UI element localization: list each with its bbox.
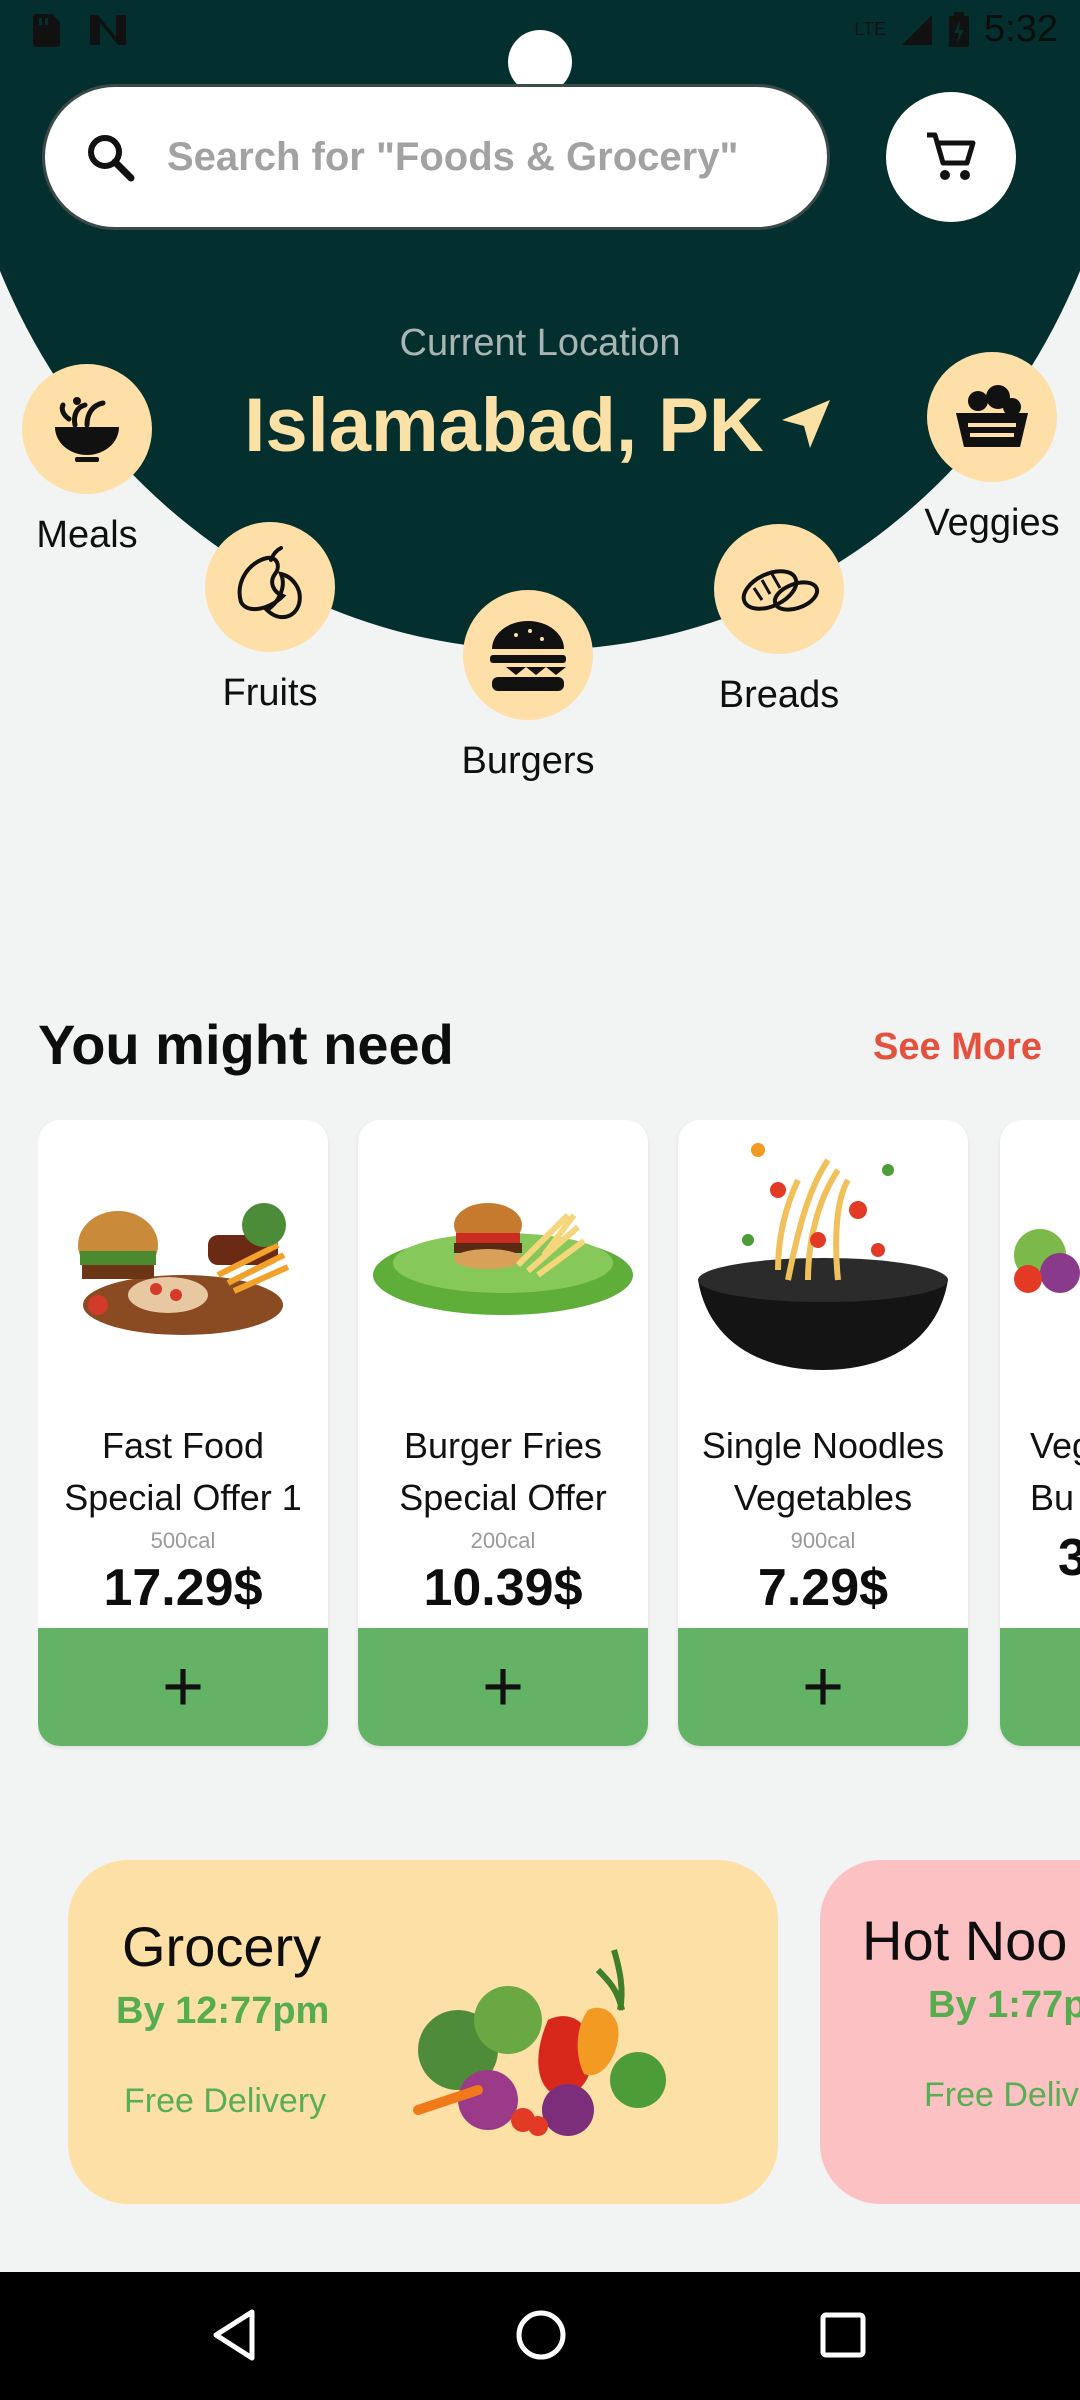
promo-title: Hot Noo — [862, 1909, 1068, 1972]
clock: 5:32 — [984, 8, 1058, 50]
promo-card-hot-noodles[interactable]: Hot Noo By 1:77p Free Deliv — [820, 1860, 1080, 2204]
category-veggies[interactable]: Veggies — [892, 352, 1080, 545]
bread-icon — [741, 569, 820, 612]
see-more-link[interactable]: See More — [873, 1026, 1042, 1069]
promo-time: By 1:77p — [928, 1984, 1080, 2026]
product-card[interactable]: Burger Fries Special Offer 200cal 10.39$ … — [358, 1120, 648, 1746]
product-card[interactable]: Single Noodles Vegetables 900cal 7.29$ + — [678, 1120, 968, 1746]
promo-delivery: Free Delivery — [124, 2082, 327, 2120]
product-price: 7.29$ — [757, 1559, 889, 1617]
product-name: Fast Food Special Offer 1 — [64, 1425, 302, 1518]
fruits-icon — [237, 546, 302, 620]
burger-icon — [490, 621, 566, 691]
search-input[interactable]: Search for "Foods & Grocery" — [167, 135, 738, 180]
promo-image — [413, 1949, 666, 2136]
product-image — [678, 1120, 968, 1390]
back-icon[interactable] — [210, 2308, 258, 2362]
section-title: You might need — [38, 1013, 454, 1076]
meal-bowl-icon — [55, 397, 119, 462]
promo-carousel[interactable]: Grocery By 12:77pm Free Delivery Hot Noo… — [0, 1860, 1080, 2210]
category-burgers[interactable]: Burgers — [428, 590, 628, 783]
promo-delivery: Free Deliv — [924, 2076, 1079, 2114]
recents-icon[interactable] — [818, 2310, 868, 2360]
search-icon — [88, 135, 135, 182]
location-value: Islamabad, PK — [244, 383, 764, 468]
product-image — [358, 1120, 648, 1390]
product-name: VegBu — [1030, 1425, 1080, 1518]
promo-card-grocery[interactable]: Grocery By 12:77pm Free Delivery — [68, 1860, 778, 2204]
navigation-arrow-icon — [781, 399, 830, 448]
product-card[interactable]: VegBu 3 — [1000, 1120, 1080, 1746]
product-price: 10.39$ — [423, 1559, 583, 1617]
category-label: Breads — [718, 674, 840, 716]
product-name: Single Noodles Vegetables — [701, 1425, 945, 1518]
cart-button[interactable] — [886, 92, 1016, 222]
add-to-cart-button[interactable]: + — [358, 1628, 648, 1746]
product-calories: 200cal — [470, 1528, 536, 1553]
product-price: 3 — [1058, 1529, 1080, 1587]
product-image — [1000, 1120, 1080, 1390]
network-type: LTE — [854, 19, 887, 39]
product-calories: 500cal — [150, 1528, 216, 1553]
category-label: Veggies — [924, 502, 1060, 544]
category-meals[interactable]: Meals — [0, 364, 187, 557]
category-label: Meals — [36, 514, 138, 556]
veggies-basket-icon — [956, 385, 1028, 447]
home-icon[interactable] — [514, 2308, 568, 2362]
sd-card-icon — [33, 14, 60, 47]
category-label: Burgers — [461, 740, 595, 782]
product-image — [38, 1120, 328, 1390]
category-fruits[interactable]: Fruits — [170, 522, 370, 715]
signal-icon — [902, 14, 933, 45]
product-card[interactable]: Fast Food Special Offer 1 500cal 17.29$ + — [38, 1120, 328, 1746]
product-price: 17.29$ — [103, 1559, 263, 1617]
system-navigation-bar — [0, 2272, 1080, 2400]
product-name: Burger Fries Special Offer — [399, 1425, 607, 1518]
add-to-cart-button[interactable]: + — [678, 1628, 968, 1746]
search-bar[interactable]: Search for "Foods & Grocery" — [42, 84, 830, 230]
product-calories: 900cal — [790, 1528, 856, 1553]
product-carousel[interactable]: Fast Food Special Offer 1 500cal 17.29$ +… — [38, 1120, 1080, 1750]
n-notification-icon — [90, 15, 126, 45]
add-to-cart-button[interactable] — [1000, 1628, 1080, 1746]
add-to-cart-button[interactable]: + — [38, 1628, 328, 1746]
category-breads[interactable]: Breads — [679, 524, 879, 717]
cart-icon — [927, 132, 976, 180]
category-label: Fruits — [222, 672, 318, 714]
promo-title: Grocery — [122, 1915, 322, 1978]
promo-time: By 12:77pm — [116, 1990, 330, 2032]
battery-icon — [949, 11, 970, 47]
